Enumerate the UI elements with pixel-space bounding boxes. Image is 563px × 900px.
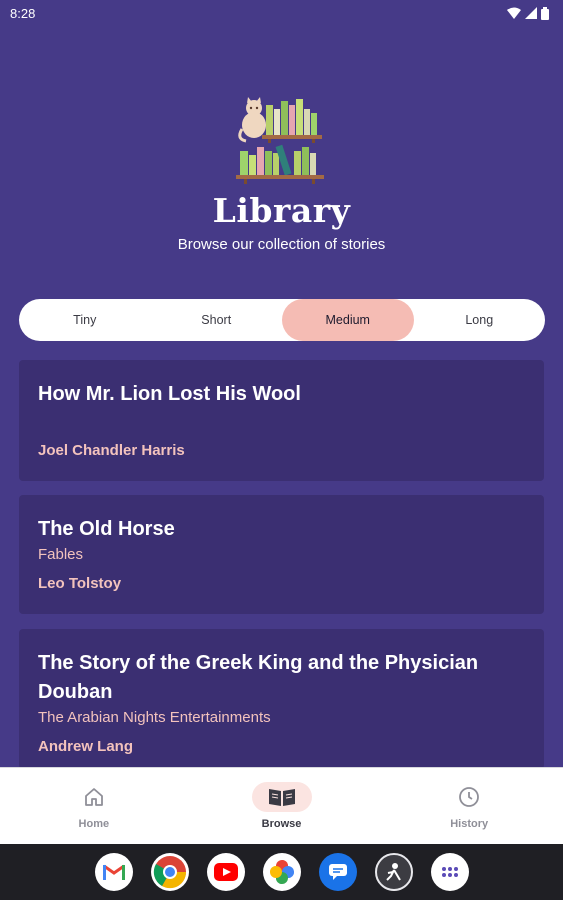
story-author: Joel Chandler Harris <box>38 442 185 459</box>
youtube-icon[interactable] <box>206 853 245 891</box>
story-length-filter: Tiny Short Medium Long <box>19 299 545 341</box>
page-subtitle: Browse our collection of stories <box>177 236 386 253</box>
story-title: The Old Horse <box>38 518 175 540</box>
battery-icon <box>541 6 549 20</box>
bottom-navigation: Home Browse History <box>0 767 563 844</box>
app-icon[interactable] <box>374 853 413 891</box>
chrome-icon[interactable] <box>150 853 189 891</box>
messages-icon[interactable] <box>318 853 357 891</box>
nav-home[interactable]: Home <box>0 768 188 844</box>
status-time: 8:28 <box>10 5 36 21</box>
wifi-icon <box>507 7 521 19</box>
filter-short[interactable]: Short <box>151 299 283 341</box>
story-title: How Mr. Lion Lost His Wool <box>38 383 301 405</box>
clock-icon <box>439 782 499 812</box>
nav-browse[interactable]: Browse <box>188 768 376 844</box>
story-card[interactable]: The Story of the Greek King and the Phys… <box>19 629 544 769</box>
status-bar: 8:28 <box>0 0 563 26</box>
book-icon <box>251 782 312 812</box>
page-title: Library <box>212 191 351 230</box>
story-card[interactable]: The Old Horse Fables Leo Tolstoy <box>19 495 544 614</box>
library-header: Library Browse our collection of stories <box>0 95 563 253</box>
filter-long[interactable]: Long <box>414 299 546 341</box>
home-icon <box>64 782 124 812</box>
nav-history[interactable]: History <box>375 768 563 844</box>
status-icons <box>507 6 549 20</box>
system-dock <box>0 844 563 900</box>
filter-tiny[interactable]: Tiny <box>19 299 151 341</box>
filter-medium[interactable]: Medium <box>282 299 414 341</box>
story-card[interactable]: How Mr. Lion Lost His Wool Joel Chandler… <box>19 360 544 481</box>
nav-browse-label: Browse <box>261 818 302 830</box>
app-drawer-icon[interactable] <box>430 853 469 891</box>
story-collection: Fables <box>38 546 84 563</box>
story-collection: The Arabian Nights Entertainments <box>38 709 271 726</box>
story-author: Leo Tolstoy <box>38 575 122 592</box>
story-author: Andrew Lang <box>38 738 134 755</box>
story-title: The Story of the Greek King and the Phys… <box>38 652 479 703</box>
photos-icon[interactable] <box>262 853 301 891</box>
nav-history-label: History <box>450 818 489 830</box>
gmail-icon[interactable] <box>94 853 133 891</box>
signal-icon <box>525 7 537 19</box>
library-cat-bookshelf-logo <box>235 97 324 184</box>
nav-home-label: Home <box>78 818 110 830</box>
